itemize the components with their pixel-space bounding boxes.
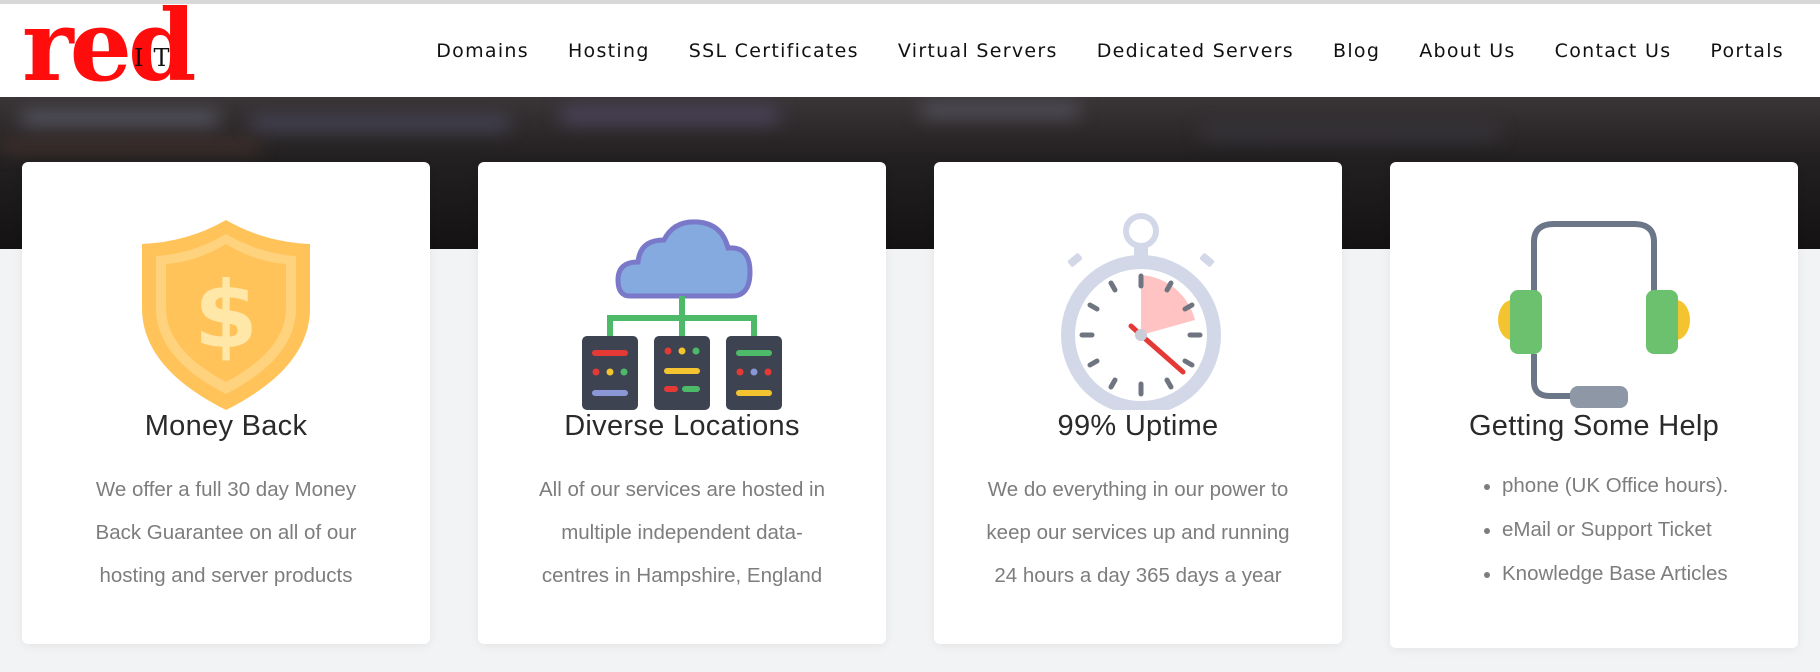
- nav-virtual-servers[interactable]: Virtual Servers: [898, 40, 1058, 62]
- feature-text: We do everything in our power to keep ou…: [986, 478, 1290, 587]
- shield-dollar-icon: $: [142, 220, 310, 410]
- hero-blur-shape: [560, 107, 780, 123]
- nav-blog[interactable]: Blog: [1333, 40, 1380, 62]
- feature-card-diverse-locations: Diverse Locations All of our services ar…: [478, 162, 886, 644]
- hero-blur-shape: [1200, 127, 1500, 137]
- nav-hosting[interactable]: Hosting: [568, 40, 650, 62]
- feature-title: 99% Uptime: [1057, 410, 1219, 442]
- help-list: phone (UK Office hours). eMail or Suppor…: [1390, 464, 1798, 596]
- headset-icon: [1498, 221, 1690, 408]
- feature-card-money-back: $ Money Back We offer a full 30 day Mone…: [22, 162, 430, 644]
- cloud-servers-icon: [582, 219, 782, 410]
- logo[interactable]: red IT: [22, 0, 202, 96]
- nav-dedicated-servers[interactable]: Dedicated Servers: [1097, 40, 1294, 62]
- feature-title: Getting Some Help: [1468, 410, 1720, 442]
- feature-card-help: Getting Some Help phone (UK Office hours…: [1390, 162, 1798, 648]
- feature-text: All of our services are hosted in multip…: [539, 478, 825, 587]
- nav-contact-us[interactable]: Contact Us: [1555, 40, 1672, 62]
- nav-domains[interactable]: Domains: [436, 40, 529, 62]
- hero-blur-shape: [920, 103, 1080, 117]
- list-item: eMail or Support Ticket: [1390, 508, 1798, 552]
- nav-portals[interactable]: Portals: [1710, 40, 1784, 62]
- feature-card-uptime: 99% Uptime We do everything in our power…: [934, 162, 1342, 644]
- logo-it-mark: IT: [134, 44, 180, 72]
- list-item: phone (UK Office hours).: [1390, 464, 1798, 508]
- nav-about-us[interactable]: About Us: [1419, 40, 1515, 62]
- feature-title: Money Back: [144, 410, 308, 442]
- hero-blur-shape: [0, 141, 260, 151]
- stopwatch-icon: [1061, 213, 1221, 410]
- feature-text: We offer a full 30 day Money Back Guaran…: [95, 478, 357, 587]
- main-nav: Domains Hosting SSL Certificates Virtual…: [436, 4, 1784, 97]
- site-header: red IT Domains Hosting SSL Certificates …: [0, 0, 1820, 97]
- hero-blur-shape: [250, 117, 510, 129]
- nav-ssl-certificates[interactable]: SSL Certificates: [689, 40, 859, 62]
- list-item: Knowledge Base Articles: [1390, 552, 1798, 596]
- hero-blur-shape: [20, 111, 220, 125]
- feature-title: Diverse Locations: [564, 410, 800, 442]
- svg-text:$: $: [194, 262, 258, 369]
